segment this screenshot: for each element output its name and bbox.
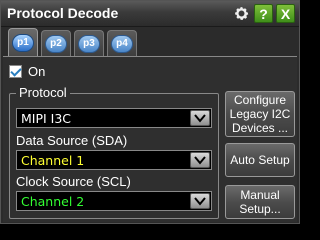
tab-p1-label: p1	[12, 33, 34, 52]
protocol-group: Protocol MIPI I3C Data Source (SDA) Chan…	[9, 85, 219, 219]
window-title: Protocol Decode	[7, 5, 119, 21]
clock-source-select[interactable]: Channel 2	[16, 191, 212, 211]
protocol-group-legend: Protocol	[16, 85, 70, 100]
clock-source-label: Clock Source (SCL)	[16, 174, 131, 189]
protocol-select[interactable]: MIPI I3C	[16, 108, 212, 128]
chevron-down-icon[interactable]	[190, 152, 210, 168]
title-bar: Protocol Decode ? X	[1, 1, 299, 27]
tab-p3[interactable]: p3	[74, 30, 104, 56]
protocol-decode-window: Protocol Decode ? X p1 p2 p3 p4 On Proto…	[0, 0, 300, 224]
data-source-value: Channel 1	[21, 153, 85, 168]
data-source-select[interactable]: Channel 1	[16, 150, 212, 170]
chevron-down-icon[interactable]	[190, 193, 210, 209]
tab-p4[interactable]: p4	[107, 30, 137, 56]
manual-setup-button[interactable]: Manual Setup...	[225, 185, 295, 219]
auto-setup-button[interactable]: Auto Setup	[225, 143, 295, 177]
on-checkbox-label: On	[28, 64, 46, 79]
on-checkbox[interactable]	[9, 65, 22, 78]
tab-p2-label: p2	[45, 34, 67, 53]
data-source-label: Data Source (SDA)	[16, 133, 128, 148]
chevron-down-icon[interactable]	[190, 110, 210, 126]
protocol-select-value: MIPI I3C	[21, 111, 72, 126]
tab-p1[interactable]: p1	[8, 28, 38, 56]
tab-p3-label: p3	[78, 34, 100, 53]
clock-source-value: Channel 2	[21, 194, 85, 209]
help-button[interactable]: ?	[254, 4, 273, 23]
tab-p2[interactable]: p2	[41, 30, 71, 56]
close-button[interactable]: X	[276, 4, 295, 23]
title-bar-icons: ? X	[232, 4, 295, 23]
on-toggle[interactable]: On	[9, 64, 45, 79]
configure-legacy-i2c-button[interactable]: Configure Legacy I2C Devices ...	[225, 91, 295, 137]
decode-panel: On Protocol MIPI I3C Data Source (SDA) C…	[3, 56, 297, 222]
decoder-tabs: p1 p2 p3 p4	[1, 28, 299, 56]
gear-icon[interactable]	[232, 4, 251, 23]
tab-p4-label: p4	[111, 34, 133, 53]
